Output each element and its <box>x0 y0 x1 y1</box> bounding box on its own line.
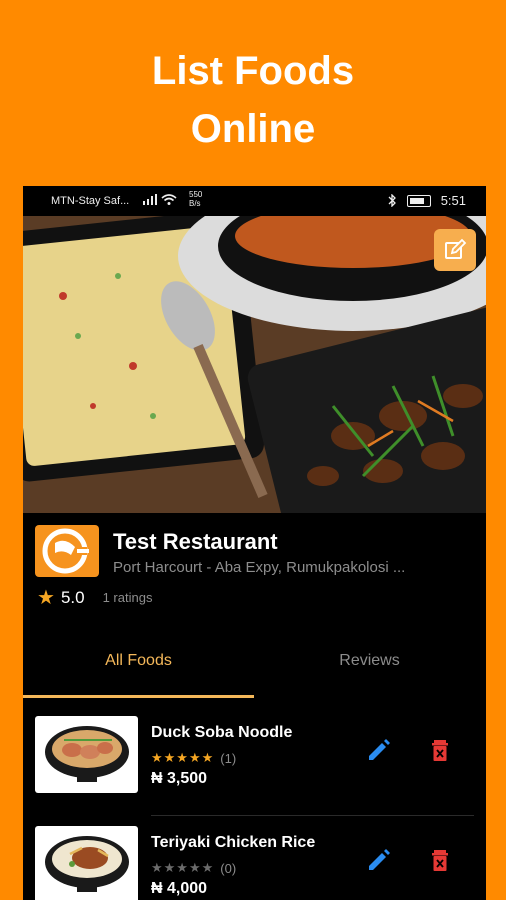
wifi-icon <box>161 194 177 205</box>
status-right: 5:51 <box>388 193 466 208</box>
delete-food-button[interactable] <box>426 736 454 764</box>
status-bar: MTN-Stay Saf... 550 B/s 5:51 <box>23 186 486 216</box>
pencil-icon <box>369 849 390 870</box>
signal-icon <box>143 194 157 205</box>
tab-bar: All Foods Reviews <box>23 623 486 698</box>
hero-illustration <box>23 216 486 513</box>
trash-icon <box>432 740 448 761</box>
food-list-item[interactable]: Teriyaki Chicken Rice ★★★★★ (0) ₦ 4,000 <box>23 816 486 900</box>
bluetooth-icon <box>388 194 396 207</box>
food-list: Duck Soba Noodle ★★★★★ (1) ₦ 3,500 Teriy… <box>23 706 486 900</box>
food-price: ₦ 4,000 <box>151 880 208 897</box>
battery-icon <box>406 194 431 207</box>
phone-screen: MTN-Stay Saf... 550 B/s 5:51 Test Restau… <box>23 186 486 900</box>
edit-restaurant-button[interactable] <box>434 229 476 271</box>
food-name: Teriyaki Chicken Rice <box>151 834 316 851</box>
restaurant-address: Port Harcourt - Aba Expy, Rumukpakolosi … <box>113 559 406 576</box>
headline-line-1: List Foods <box>151 49 355 93</box>
tab-reviews[interactable]: Reviews <box>254 623 485 698</box>
food-rating-count: (1) <box>220 750 237 766</box>
restaurant-logo-mark <box>42 528 89 574</box>
trash-icon <box>432 850 448 871</box>
food-rating: ★★★★★ (0) <box>151 860 236 876</box>
net-speed-value: 550 <box>189 190 203 199</box>
net-speed: 550 B/s <box>189 190 202 208</box>
ratings-count: 1 ratings <box>102 590 153 605</box>
rating-value: 5.0 <box>60 587 85 607</box>
clock: 5:51 <box>440 193 466 208</box>
carrier-name: MTN-Stay Saf... <box>51 195 130 207</box>
headline-line-2: Online <box>190 107 316 151</box>
food-rating-count: (0) <box>220 860 237 876</box>
star-icon: ★★★★★ <box>151 750 215 765</box>
rice-bowl-image <box>44 835 129 892</box>
net-speed-unit: B/s <box>189 199 201 208</box>
delete-food-button[interactable] <box>426 846 454 874</box>
restaurant-info: Test Restaurant Port Harcourt - Aba Expy… <box>23 513 486 623</box>
edit-food-button[interactable] <box>365 736 393 764</box>
edit-square-icon <box>445 238 467 259</box>
food-list-item[interactable]: Duck Soba Noodle ★★★★★ (1) ₦ 3,500 <box>23 706 486 816</box>
edit-food-button[interactable] <box>365 846 393 874</box>
food-name: Duck Soba Noodle <box>151 724 293 741</box>
restaurant-rating: ★ 5.0 1 ratings <box>37 585 152 610</box>
star-icon: ★★★★★ <box>151 860 215 875</box>
signal-wifi-icons <box>143 194 177 205</box>
restaurant-logo <box>35 525 99 577</box>
pencil-icon <box>369 739 390 760</box>
promo-headline: List Foods Online <box>0 42 506 158</box>
food-image <box>35 826 138 900</box>
star-icon: ★ <box>37 587 55 609</box>
food-image <box>35 716 138 793</box>
restaurant-name: Test Restaurant <box>113 529 278 554</box>
hero-food-photo <box>23 216 486 513</box>
food-price: ₦ 3,500 <box>151 770 208 787</box>
noodle-bowl-image <box>44 725 129 782</box>
active-tab-indicator <box>23 695 254 698</box>
food-rating: ★★★★★ (1) <box>151 750 236 766</box>
tab-all-foods[interactable]: All Foods <box>23 623 254 698</box>
